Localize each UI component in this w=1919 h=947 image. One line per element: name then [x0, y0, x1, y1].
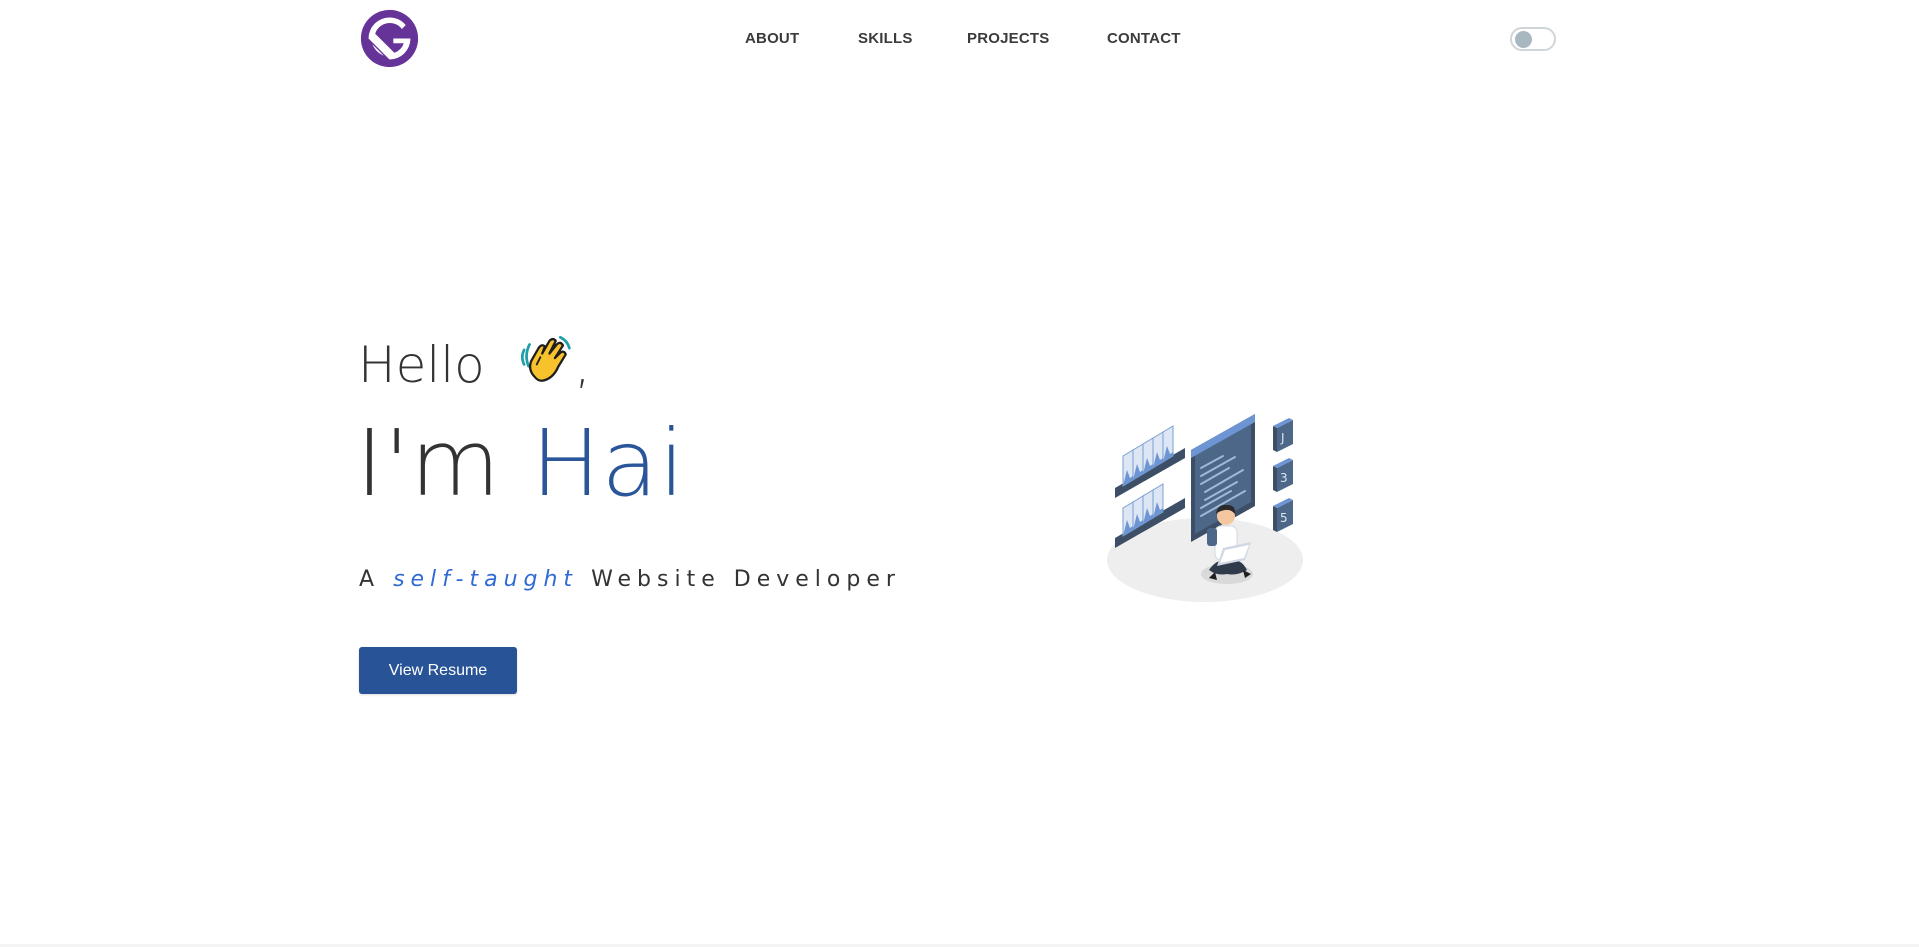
svg-text:3: 3	[1280, 471, 1288, 485]
hero-name: Hai	[531, 410, 686, 517]
greeting-punct: ,	[574, 336, 591, 394]
portfolio-page: ABOUT SKILLS PROJECTS CONTACT Hello , I'…	[0, 0, 1919, 947]
theme-toggle[interactable]	[1510, 27, 1556, 51]
nav-contact[interactable]: CONTACT	[1107, 30, 1181, 47]
nav-about[interactable]: ABOUT	[745, 30, 799, 47]
tagline-suffix: Website Developer	[591, 567, 901, 592]
toggle-knob	[1515, 31, 1532, 48]
svg-text:5: 5	[1280, 511, 1288, 525]
view-resume-button[interactable]: View Resume	[359, 647, 517, 694]
hero-tagline: A self-taught Website Developer	[359, 567, 901, 592]
tagline-prefix: A	[359, 567, 381, 592]
waving-hand-icon	[515, 330, 573, 396]
hero-greeting: Hello ,	[358, 330, 591, 396]
nav-skills[interactable]: SKILLS	[858, 30, 913, 47]
tagline-emphasis: self-taught	[393, 567, 579, 592]
svg-text:J: J	[1280, 431, 1285, 445]
site-header: ABOUT SKILLS PROJECTS CONTACT	[0, 0, 1919, 80]
greeting-text: Hello	[358, 336, 485, 394]
gatsby-logo-icon	[360, 9, 419, 68]
hero-title: I'm Hai	[356, 418, 685, 510]
nav-projects[interactable]: PROJECTS	[967, 30, 1049, 47]
intro-text: I'm	[356, 410, 502, 517]
developer-with-laptop-illustration: J 3 5	[1107, 414, 1303, 602]
